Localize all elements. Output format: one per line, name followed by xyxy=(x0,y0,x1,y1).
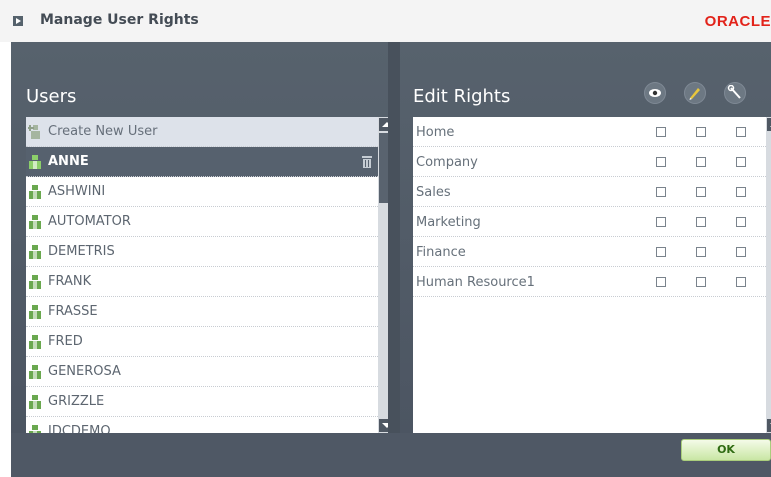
admin-wrench-icon xyxy=(724,82,746,104)
admin-right-checkbox[interactable] xyxy=(736,127,746,137)
rights-label: Home xyxy=(416,125,455,140)
user-row[interactable]: ANNE xyxy=(26,147,378,177)
edit-right-checkbox[interactable] xyxy=(696,217,706,227)
manage-rights-dialog: Users Create New User ANNE ASHWINI AUTOMAT… xyxy=(11,42,771,477)
edit-rights-panel: Edit Rights Home Company Sales Marketing Fin… xyxy=(400,42,771,433)
user-icon xyxy=(28,244,42,260)
user-name: GENEROSA xyxy=(48,364,121,379)
user-icon xyxy=(28,364,42,380)
user-name: GRIZZLE xyxy=(48,394,105,409)
user-row[interactable]: GRIZZLE xyxy=(26,387,378,417)
rights-row: Human Resource1 xyxy=(413,267,766,297)
view-right-checkbox[interactable] xyxy=(656,217,666,227)
user-name: DEMETRIS xyxy=(48,244,115,259)
user-icon xyxy=(28,274,42,290)
add-user-icon xyxy=(28,124,42,140)
user-name: AUTOMATOR xyxy=(48,214,131,229)
oracle-logo: ORACLE xyxy=(704,13,771,30)
admin-right-checkbox[interactable] xyxy=(736,187,746,197)
admin-right-checkbox[interactable] xyxy=(736,217,746,227)
view-right-checkbox[interactable] xyxy=(656,277,666,287)
edit-right-checkbox[interactable] xyxy=(696,187,706,197)
user-name: ANNE xyxy=(48,154,89,169)
user-row[interactable]: IDCDEMO xyxy=(26,417,378,433)
window-title: Manage User Rights xyxy=(40,12,199,28)
edit-rights-header: Edit Rights xyxy=(413,86,511,107)
rights-scroll-down-arrow[interactable] xyxy=(767,419,771,432)
user-row[interactable]: ASHWINI xyxy=(26,177,378,207)
user-row[interactable]: FRASSE xyxy=(26,297,378,327)
window-menu-icon[interactable] xyxy=(13,16,23,26)
rights-label: Finance xyxy=(416,245,466,260)
view-right-checkbox[interactable] xyxy=(656,157,666,167)
rights-label: Marketing xyxy=(416,215,481,230)
user-icon xyxy=(28,394,42,410)
rights-label: Human Resource1 xyxy=(416,275,535,290)
edit-right-checkbox[interactable] xyxy=(696,247,706,257)
view-right-checkbox[interactable] xyxy=(656,127,666,137)
user-icon xyxy=(28,184,42,200)
rights-row: Sales xyxy=(413,177,766,207)
edit-right-checkbox[interactable] xyxy=(696,127,706,137)
rights-row: Home xyxy=(413,117,766,147)
view-icon xyxy=(644,82,666,104)
user-icon xyxy=(28,214,42,230)
view-right-checkbox[interactable] xyxy=(656,187,666,197)
create-new-user-button[interactable]: Create New User xyxy=(26,117,378,147)
rights-label: Sales xyxy=(416,185,451,200)
user-list: Create New User ANNE ASHWINI AUTOMATOR DEME… xyxy=(26,117,378,433)
edit-icon xyxy=(684,82,706,104)
user-row[interactable]: GENEROSA xyxy=(26,357,378,387)
rights-list: Home Company Sales Marketing Finance Human Re… xyxy=(413,117,766,433)
rights-scrollbar[interactable] xyxy=(766,117,771,433)
delete-user-icon[interactable] xyxy=(362,155,372,168)
view-right-checkbox[interactable] xyxy=(656,247,666,257)
user-row[interactable]: DEMETRIS xyxy=(26,237,378,267)
rights-row: Finance xyxy=(413,237,766,267)
user-name: FRASSE xyxy=(48,304,98,319)
user-icon xyxy=(28,304,42,320)
user-icon xyxy=(28,424,42,433)
users-panel: Users Create New User ANNE ASHWINI AUTOMAT… xyxy=(11,42,396,433)
rights-row: Company xyxy=(413,147,766,177)
user-name: ASHWINI xyxy=(48,184,106,199)
panel-splitter[interactable] xyxy=(388,42,400,433)
user-icon xyxy=(28,334,42,350)
user-name: FRANK xyxy=(48,274,92,289)
users-header: Users xyxy=(26,86,77,107)
dialog-footer: OK xyxy=(11,433,771,477)
rights-label: Company xyxy=(416,155,478,170)
rights-scroll-up-arrow[interactable] xyxy=(767,118,771,131)
edit-right-checkbox[interactable] xyxy=(696,157,706,167)
create-user-label: Create New User xyxy=(48,124,158,139)
user-row[interactable]: FRANK xyxy=(26,267,378,297)
user-icon xyxy=(28,154,42,170)
admin-right-checkbox[interactable] xyxy=(736,277,746,287)
title-bar: Manage User Rights ORACLE xyxy=(0,0,771,42)
admin-right-checkbox[interactable] xyxy=(736,157,746,167)
user-row[interactable]: AUTOMATOR xyxy=(26,207,378,237)
admin-right-checkbox[interactable] xyxy=(736,247,746,257)
user-row[interactable]: FRED xyxy=(26,327,378,357)
rights-row: Marketing xyxy=(413,207,766,237)
user-name: IDCDEMO xyxy=(48,424,111,433)
ok-button[interactable]: OK xyxy=(681,439,771,461)
user-name: FRED xyxy=(48,334,83,349)
edit-right-checkbox[interactable] xyxy=(696,277,706,287)
